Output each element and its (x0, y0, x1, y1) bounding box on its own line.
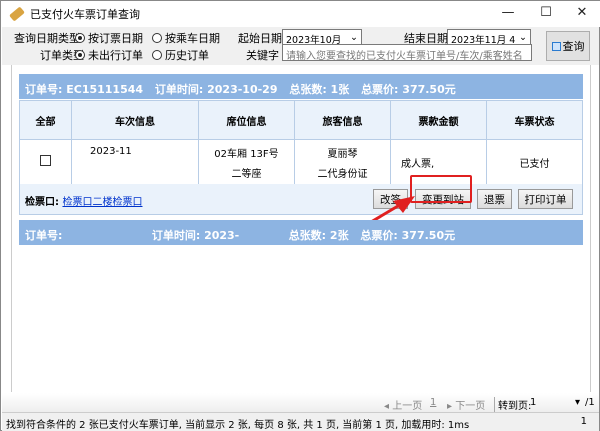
print-order-button[interactable]: 打印订单 (518, 189, 573, 209)
gate-link[interactable]: 检票口二楼检票口 (62, 197, 142, 208)
status-text: 找到符合条件的 2 张已支付火车票订单, 当前显示 2 张, 每页 8 张, 共… (6, 420, 470, 431)
title-bar: 已支付火车票订单查询 — ☐ ✕ (1, 1, 600, 27)
maximize-button[interactable]: ☐ (536, 5, 556, 20)
start-date-label: 起始日期 (238, 32, 282, 45)
seat-number: 02车厢 13F号 (214, 148, 279, 160)
col-train: 车次信息 (71, 100, 199, 140)
order-time: 订单时间: 2023- (151, 229, 240, 242)
next-label: 下一页 (455, 401, 486, 412)
search-icon (551, 41, 561, 51)
radio-label: 历史订单 (165, 49, 209, 62)
col-all[interactable]: 全部 (19, 100, 72, 140)
goto-value: 1 (530, 397, 537, 408)
radio-not-travelled[interactable]: 未出行订单 (75, 47, 143, 63)
keyword-input[interactable]: 请输入您要查找的已支付火车票订单号/车次/乘客姓名 (282, 44, 532, 61)
total-price: 总票价: 377.50元 (360, 229, 456, 242)
end-date-value: 2023年11月 4日 (451, 35, 516, 60)
radio-label: 按订票日期 (88, 32, 143, 45)
col-passenger: 旅客信息 (294, 100, 391, 140)
keyword-label: 关键字 (246, 49, 279, 62)
goto-label: 转到页: (494, 397, 531, 412)
pager: ◂ 上一页 1 ▸ 下一页 转到页: 1 ▾ /1 (2, 393, 599, 412)
radio-history[interactable]: 历史订单 (152, 47, 209, 63)
order-actions: 检票口: 检票口二楼检票口 改签 变更到站 退票 打印订单 (19, 184, 583, 215)
radio-ride-date[interactable]: 按乘车日期 (152, 30, 220, 46)
ticket-count: 总张数: 1张 (289, 83, 350, 96)
chevron-down-icon: ▾ (574, 397, 580, 408)
total-price: 总票价: 377.50元 (361, 83, 456, 96)
order-header: 订单号: EC15111544 订单时间: 2023-10-29 总张数: 1张… (19, 74, 583, 99)
prev-page-button[interactable]: ◂ 上一页 (384, 397, 422, 412)
passenger-info: 夏丽琴 二代身份证 (294, 139, 391, 185)
filter-panel: 查询日期类型 按订票日期 按乘车日期 订单类型 未出行订单 历史订单 起始日期 … (2, 27, 599, 65)
ticket-icon (9, 6, 25, 22)
ticket-table: 全部 车次信息 席位信息 旅客信息 票款金额 车票状态 2023-11 02车厢… (19, 100, 583, 185)
gate-info: 检票口: 检票口二楼检票口 (25, 193, 142, 208)
start-date-value: 2023年10月 4日 (286, 35, 342, 60)
status-right: 1 (580, 416, 587, 427)
row-checkbox[interactable] (40, 155, 51, 166)
order-number: 订单号: (25, 229, 63, 242)
col-seat: 席位信息 (198, 100, 295, 140)
goto-page-select[interactable]: 1 ▾ (530, 397, 580, 408)
chevron-down-icon: ⌄ (350, 32, 358, 43)
passenger-name: 夏丽琴 (327, 148, 358, 160)
query-label: 查询 (562, 40, 585, 53)
close-button[interactable]: ✕ (572, 5, 592, 20)
minimize-button[interactable]: — (498, 5, 518, 20)
table-row: 2023-11 02车厢 13F号 二等座 夏丽琴 二代身份证 成人票, 已支付 (19, 139, 583, 185)
total-pages: /1 (585, 397, 595, 408)
refund-button[interactable]: 退票 (477, 189, 512, 209)
col-amount: 票款金额 (390, 100, 487, 140)
order-time: 订单时间: 2023-10-29 (154, 83, 278, 96)
seat-info: 02车厢 13F号 二等座 (198, 139, 295, 185)
ticket-status: 已支付 (486, 139, 583, 185)
radio-order-date[interactable]: 按订票日期 (75, 30, 143, 46)
radio-label: 未出行订单 (88, 49, 143, 62)
status-bar: 找到符合条件的 2 张已支付火车票订单, 当前显示 2 张, 每页 8 张, 共… (2, 412, 599, 431)
order-header: 订单号: 订单时间: 2023- 总张数: 2张 总票价: 377.50元 (19, 220, 583, 245)
radio-label: 按乘车日期 (165, 32, 220, 45)
window-title: 已支付火车票订单查询 (30, 8, 140, 21)
chevron-down-icon: ⌄ (519, 32, 527, 43)
date-type-label: 查询日期类型 (14, 32, 80, 45)
seat-class: 二等座 (231, 168, 262, 180)
train-info: 2023-11 (71, 139, 199, 185)
ticket-count: 总张数: 2张 (288, 229, 349, 242)
id-type: 二代身份证 (317, 168, 368, 180)
col-status: 车票状态 (486, 100, 583, 140)
prev-label: 上一页 (392, 401, 423, 412)
query-button[interactable]: 查询 (546, 31, 590, 61)
gate-label: 检票口: (25, 197, 59, 208)
page-link[interactable]: 1 (430, 397, 436, 408)
order-number: 订单号: EC15111544 (25, 83, 144, 96)
next-page-button[interactable]: ▸ 下一页 (447, 397, 485, 412)
